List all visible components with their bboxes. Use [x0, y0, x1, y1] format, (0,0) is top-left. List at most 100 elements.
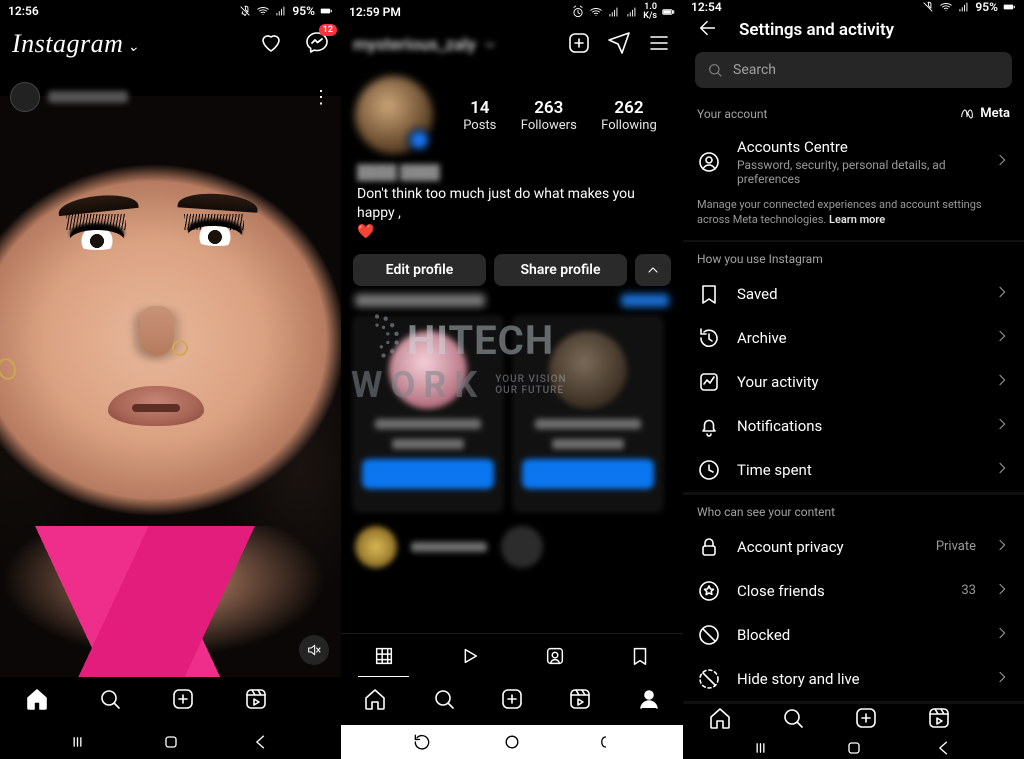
- nav-reels[interactable]: [244, 687, 268, 715]
- post-more-button[interactable]: ⋮: [312, 87, 331, 108]
- row-blocked[interactable]: Blocked: [683, 613, 1024, 657]
- row-time-spent[interactable]: Time spent: [683, 448, 1024, 492]
- sys-home[interactable]: [844, 738, 864, 758]
- row-close-friends[interactable]: Close friends 33: [683, 569, 1024, 613]
- learn-more-link[interactable]: Learn more: [829, 213, 885, 226]
- system-nav: [683, 736, 1024, 759]
- edit-profile-button[interactable]: Edit profile: [353, 254, 486, 286]
- suggestion-card[interactable]: [353, 316, 503, 512]
- recent-apps-icon: [753, 738, 773, 758]
- tab-grid[interactable]: [341, 634, 427, 677]
- meta-logo-icon: [959, 106, 975, 122]
- home-icon: [25, 687, 49, 711]
- suggestion-name: [535, 419, 641, 429]
- nav-profile[interactable]: [637, 687, 661, 715]
- status-icons: 95%: [921, 0, 1016, 14]
- row-accounts-centre[interactable]: Accounts Centre Password, security, pers…: [683, 128, 1024, 196]
- sys-recent[interactable]: [70, 732, 90, 752]
- back-icon: [251, 732, 271, 752]
- nav-home[interactable]: [708, 706, 732, 734]
- reels-icon: [244, 687, 268, 711]
- feed-post[interactable]: ⋮: [0, 66, 341, 677]
- plus-square-icon: [500, 687, 524, 711]
- bell-icon: [697, 414, 721, 438]
- system-nav: [0, 725, 341, 759]
- share-profile-button[interactable]: Share profile: [494, 254, 627, 286]
- row-title: Hide story and live: [737, 670, 978, 688]
- stat-posts[interactable]: 14 Posts: [463, 98, 496, 133]
- settings-header: Settings and activity: [683, 15, 1024, 46]
- nav-create[interactable]: [171, 687, 195, 715]
- share-button[interactable]: [607, 31, 631, 59]
- discover-people-button[interactable]: [635, 254, 671, 286]
- sys-back[interactable]: [934, 738, 954, 758]
- meta-brand: Meta: [959, 106, 1010, 122]
- nav-search[interactable]: [432, 687, 456, 715]
- nav-home[interactable]: [25, 687, 49, 715]
- tab-reels[interactable]: [427, 634, 513, 677]
- sys-refresh[interactable]: [412, 732, 432, 752]
- suggestion-avatar: [549, 331, 627, 409]
- chevron-right-icon: [994, 625, 1010, 641]
- search-input[interactable]: Search: [695, 52, 1012, 88]
- nav-search[interactable]: [98, 687, 122, 715]
- status-icons: 95%: [238, 4, 333, 18]
- nav-create[interactable]: [854, 706, 878, 734]
- stat-following[interactable]: 262 Following: [601, 98, 657, 133]
- create-button[interactable]: [567, 31, 591, 59]
- highlight-item[interactable]: [501, 526, 543, 568]
- chevron-down-icon: [482, 37, 498, 53]
- tab-saved[interactable]: [598, 634, 684, 677]
- sys-recent[interactable]: [753, 738, 773, 758]
- post-author-username[interactable]: [48, 91, 128, 103]
- back-button[interactable]: [697, 17, 719, 44]
- signal-icon: [274, 4, 288, 18]
- instagram-logo[interactable]: Instagram⌄: [12, 29, 140, 59]
- chevron-right-icon: [994, 537, 1010, 553]
- wifi-icon: [939, 0, 953, 14]
- search-icon: [432, 687, 456, 711]
- arrow-left-icon: [697, 17, 719, 39]
- archive-icon: [697, 326, 721, 350]
- row-notifications[interactable]: Notifications: [683, 404, 1024, 448]
- volume-mute-icon: [306, 642, 322, 658]
- row-hide-story[interactable]: Hide story and live: [683, 657, 1024, 701]
- row-your-activity[interactable]: Your activity: [683, 360, 1024, 404]
- follow-button[interactable]: [522, 459, 654, 489]
- row-title: Your activity: [737, 373, 978, 391]
- profile-username-dropdown[interactable]: mysterious_zaly: [353, 35, 498, 55]
- section-label: Your account: [697, 107, 767, 121]
- phone-settings: 12:54 95% Settings and activity Search Y…: [683, 0, 1024, 759]
- tagged-icon: [544, 645, 566, 667]
- nav-search[interactable]: [781, 706, 805, 734]
- sys-back[interactable]: [251, 732, 271, 752]
- home-icon: [708, 706, 732, 730]
- refresh-icon: [412, 732, 432, 752]
- sys-home[interactable]: [502, 732, 522, 752]
- messages-button[interactable]: 12: [305, 30, 329, 58]
- follow-button[interactable]: [362, 459, 494, 489]
- menu-button[interactable]: [647, 31, 671, 59]
- row-account-privacy[interactable]: Account privacy Private: [683, 525, 1024, 569]
- row-saved[interactable]: Saved: [683, 272, 1024, 316]
- bookmark-icon: [629, 645, 651, 667]
- tab-tagged[interactable]: [512, 634, 598, 677]
- stat-followers[interactable]: 263 Followers: [521, 98, 577, 133]
- likes-button[interactable]: [259, 30, 283, 58]
- highlight-item[interactable]: [355, 526, 397, 568]
- heart-emoji: ❤️: [357, 224, 374, 240]
- post-author-avatar[interactable]: [10, 82, 40, 112]
- nav-home[interactable]: [363, 687, 387, 715]
- nav-create[interactable]: [500, 687, 524, 715]
- suggestion-meta: [552, 439, 625, 449]
- nav-reels[interactable]: [927, 706, 951, 734]
- profile-avatar[interactable]: [355, 76, 433, 154]
- section-your-account: Your account Meta: [683, 96, 1024, 128]
- mute-toggle[interactable]: [299, 635, 329, 665]
- row-archive[interactable]: Archive: [683, 316, 1024, 360]
- nav-reels[interactable]: [568, 687, 592, 715]
- suggestion-card[interactable]: [513, 316, 663, 512]
- sys-back[interactable]: [593, 732, 613, 752]
- sys-home[interactable]: [161, 732, 181, 752]
- see-all-link[interactable]: [621, 294, 669, 307]
